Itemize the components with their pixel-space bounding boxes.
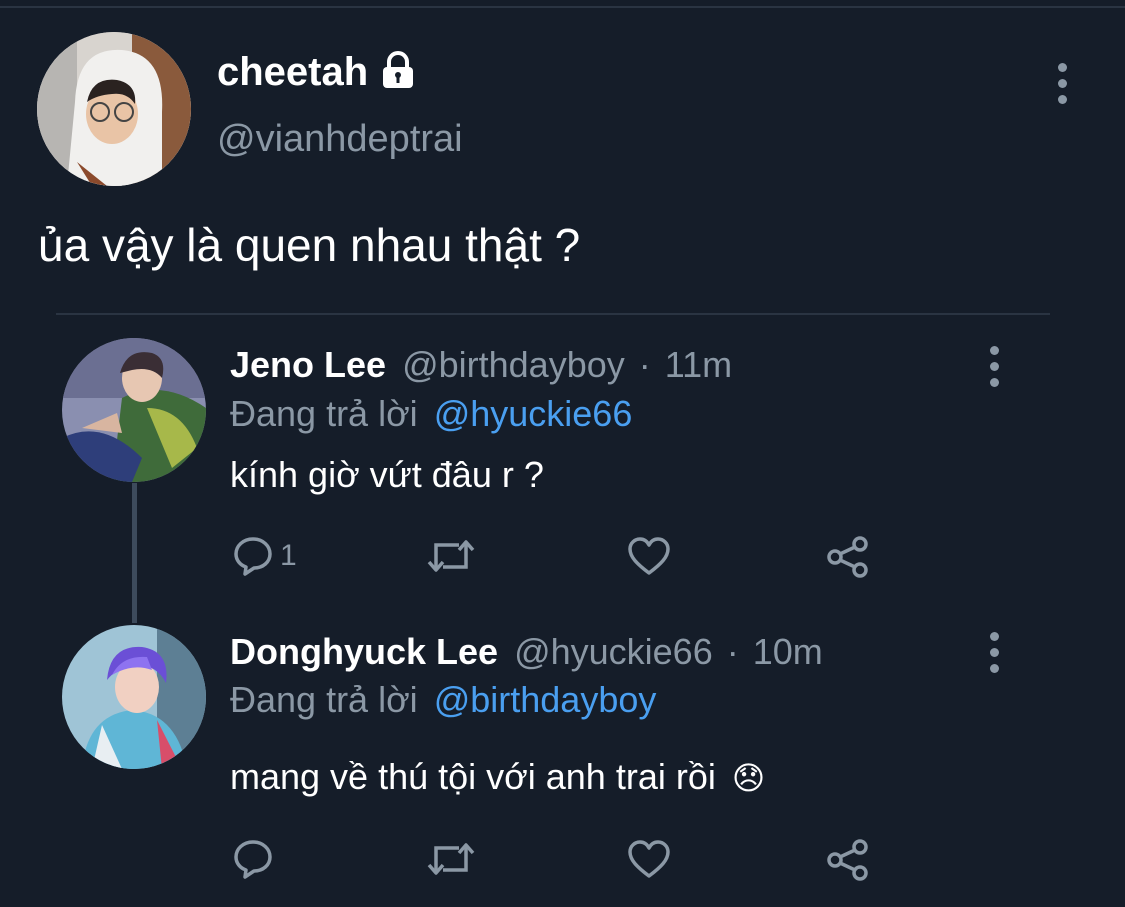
main-more-options-icon[interactable] (1052, 63, 1072, 104)
reply-replying-to: Đang trả lời @birthdayboy (230, 679, 656, 721)
reply-display-name[interactable]: Jeno Lee (230, 344, 386, 385)
main-tweet-text: ủa vậy là quen nhau thật ? (38, 219, 581, 271)
main-handle[interactable]: @vianhdeptrai (217, 118, 463, 161)
heart-icon (628, 537, 670, 575)
top-divider (0, 6, 1125, 8)
avatar-person-green-jacket-icon (62, 338, 206, 482)
reply-avatar[interactable] (62, 338, 206, 482)
reply-button[interactable] (232, 838, 280, 880)
reply-more-options-icon[interactable] (984, 346, 1004, 387)
main-display-name[interactable]: cheetah (217, 50, 368, 95)
reply-separator: · (638, 344, 651, 385)
replying-to-link[interactable]: @hyuckie66 (434, 393, 633, 434)
reply-replying-to: Đang trả lời @hyuckie66 (230, 393, 632, 435)
reply-handle[interactable]: @hyuckie66 (514, 631, 713, 672)
main-avatar[interactable] (37, 32, 191, 186)
reply-timestamp[interactable]: 11m (665, 344, 732, 385)
reply-header: Jeno Lee @birthdayboy · 11m (230, 344, 732, 386)
avatar-person-hoodie-icon (37, 32, 191, 186)
replying-label: Đang trả lời (230, 393, 418, 434)
reply-more-options-icon[interactable] (984, 632, 1004, 673)
reply-separator: · (726, 631, 739, 672)
replying-to-link[interactable]: @birthdayboy (434, 679, 657, 720)
reply-text-row: mang về thú tội với anh trai rồi 😞 (230, 756, 765, 798)
quote-divider (56, 313, 1050, 315)
comment-icon (234, 840, 272, 879)
like-button[interactable] (627, 535, 671, 577)
reply-display-name[interactable]: Donghyuck Lee (230, 631, 498, 672)
retweet-button[interactable] (426, 838, 476, 880)
share-button[interactable] (826, 838, 870, 882)
comment-icon (234, 537, 272, 576)
retweet-button[interactable] (426, 535, 476, 577)
replying-label: Đang trả lời (230, 679, 418, 720)
share-icon (827, 839, 868, 881)
reply-text: kính giờ vứt đâu r ? (230, 454, 544, 495)
reply-button[interactable]: 1 (232, 535, 297, 577)
reply-timestamp[interactable]: 10m (753, 631, 823, 672)
retweet-icon (427, 540, 475, 572)
reply-header: Donghyuck Lee @hyuckie66 · 10m (230, 631, 823, 673)
reply-avatar[interactable] (62, 625, 206, 769)
heart-icon (628, 840, 670, 878)
share-button[interactable] (826, 535, 870, 579)
avatar-person-purple-hair-icon (62, 625, 206, 769)
thread-line (132, 483, 137, 623)
like-button[interactable] (627, 838, 671, 880)
share-icon (827, 536, 868, 578)
main-display-name-row: cheetah (217, 50, 418, 95)
retweet-icon (427, 843, 475, 875)
reply-handle[interactable]: @birthdayboy (402, 344, 625, 385)
reply-count: 1 (280, 539, 297, 572)
disappointed-face-emoji: 😞 (731, 760, 766, 796)
reply-text: mang về thú tội với anh trai rồi (230, 756, 716, 797)
lock-icon (378, 50, 418, 95)
